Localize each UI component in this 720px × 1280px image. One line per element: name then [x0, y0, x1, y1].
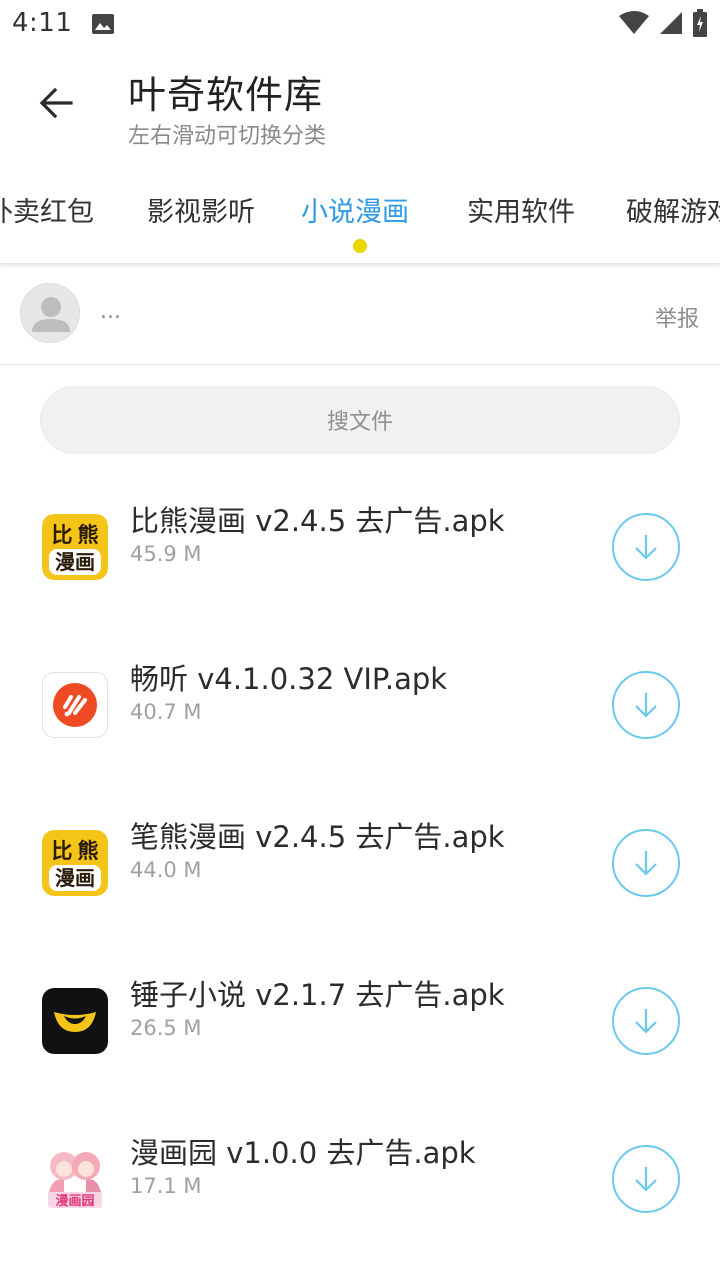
download-button[interactable] [612, 829, 680, 897]
download-icon [635, 1167, 657, 1192]
icon-glyph: 比 [52, 523, 73, 547]
download-button[interactable] [612, 671, 680, 739]
download-icon [635, 535, 657, 560]
tab-cracked-games[interactable]: 破解游戏 [626, 190, 720, 229]
changting-app-icon [42, 672, 108, 738]
icon-glyph: 漫画 [55, 866, 95, 890]
page-title: 叶奇软件库 [128, 73, 324, 117]
download-icon [635, 1009, 657, 1034]
user-icon [32, 297, 70, 332]
status-bar: 4:11 [0, 0, 720, 50]
file-name: 笔熊漫画 v2.4.5 去广告.apk [130, 820, 505, 854]
file-size: 26.5 M [130, 1016, 202, 1040]
tab-takeout-coupons[interactable]: 外卖红包 [0, 190, 94, 229]
file-size: 45.9 M [130, 542, 202, 566]
file-name: 漫画园 v1.0.0 去广告.apk [130, 1136, 476, 1170]
file-name: 锤子小说 v2.1.7 去广告.apk [130, 978, 505, 1012]
app-bar: 叶奇软件库 左右滑动可切换分类 [0, 50, 720, 160]
chuizi-novel-icon [42, 988, 108, 1054]
tab-video-audio[interactable]: 影视影听 [147, 190, 255, 229]
search-placeholder: 搜文件 [326, 410, 393, 435]
tab-utility-software[interactable]: 实用软件 [467, 190, 575, 229]
status-time: 4:11 [12, 8, 73, 38]
page-subtitle: 左右滑动可切换分类 [128, 124, 327, 149]
status-icons [618, 9, 708, 41]
file-size: 17.1 M [130, 1174, 202, 1198]
bixiong-comic-icon: 比 熊 漫画 [42, 514, 108, 580]
avatar[interactable] [20, 283, 80, 343]
wifi-icon [618, 11, 650, 39]
icon-glyph: 熊 [78, 839, 99, 863]
icon-glyph: 比 [52, 839, 73, 863]
icon-glyph: 熊 [78, 523, 99, 547]
download-icon [635, 851, 657, 876]
battery-icon [692, 9, 708, 41]
download-icon [635, 693, 657, 718]
bixiong-comic-icon: 比 熊 漫画 [42, 830, 108, 896]
signal-icon [658, 10, 684, 40]
file-size: 40.7 M [130, 700, 202, 724]
manhuayuan-icon: 漫画园 [42, 1146, 108, 1212]
icon-glyph: 漫画 [55, 550, 95, 574]
report-button[interactable]: 举报 [655, 301, 699, 333]
back-button[interactable] [28, 80, 84, 130]
icon-glyph: 漫画园 [55, 1193, 94, 1209]
list-item[interactable]: 漫画园 漫画园 v1.0.0 去广告.apk 17.1 M [0, 1136, 720, 1280]
list-item[interactable]: 锤子小说 v2.1.7 去广告.apk 26.5 M [0, 978, 720, 1146]
tab-novel-comic[interactable]: 小说漫画 [301, 190, 409, 229]
active-tab-indicator [353, 239, 367, 253]
download-button[interactable] [612, 987, 680, 1055]
search-input[interactable]: 搜文件 [40, 386, 680, 454]
file-size: 44.0 M [130, 858, 202, 882]
download-button[interactable] [612, 1145, 680, 1213]
download-button[interactable] [612, 513, 680, 581]
poster-name: ... [100, 299, 121, 324]
poster-row: ... 举报 [0, 265, 720, 365]
list-item[interactable]: 畅听 v4.1.0.32 VIP.apk 40.7 M [0, 662, 720, 830]
file-name: 畅听 v4.1.0.32 VIP.apk [130, 662, 448, 696]
arrow-left-icon [38, 87, 74, 123]
image-icon [91, 13, 115, 35]
screen: 4:11 叶奇软件库 左右滑动可切换分类 卖红包 影视影听 小说漫画 实用软件 … [0, 0, 720, 1280]
list-item[interactable]: 比 熊 漫画 笔熊漫画 v2.4.5 去广告.apk 44.0 M [0, 820, 720, 988]
file-name: 比熊漫画 v2.4.5 去广告.apk [130, 504, 505, 538]
list-item[interactable]: 比 熊 漫画 比熊漫画 v2.4.5 去广告.apk 45.9 M [0, 504, 720, 672]
